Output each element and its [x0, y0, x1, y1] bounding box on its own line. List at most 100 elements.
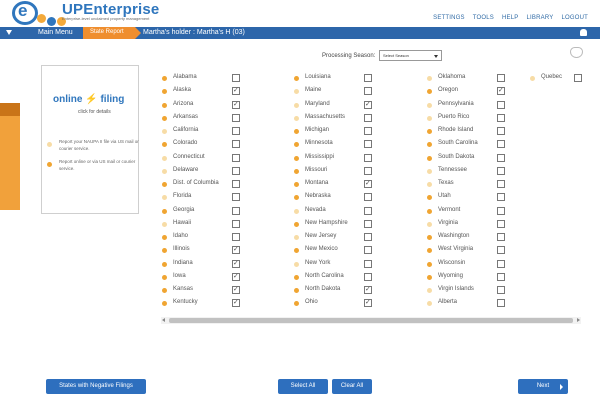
state-checkbox[interactable] — [364, 219, 372, 228]
state-checkbox[interactable] — [497, 219, 505, 228]
nav-library[interactable]: LIBRARY — [526, 15, 553, 21]
state-row[interactable]: Arizona — [162, 100, 252, 111]
state-checkbox[interactable] — [364, 206, 372, 215]
state-row[interactable]: West Virginia — [427, 245, 517, 256]
state-checkbox[interactable] — [364, 272, 372, 281]
state-checkbox[interactable] — [232, 285, 240, 294]
state-row[interactable]: Wyoming — [427, 272, 517, 283]
state-checkbox[interactable] — [497, 74, 505, 82]
state-checkbox[interactable] — [364, 87, 372, 96]
state-row[interactable]: Indiana — [162, 259, 252, 270]
state-row[interactable]: Ohio — [294, 298, 384, 309]
state-row[interactable]: Colorado — [162, 139, 252, 150]
state-checkbox[interactable] — [497, 153, 505, 162]
state-checkbox[interactable] — [232, 298, 240, 308]
state-row[interactable]: Idaho — [162, 232, 252, 243]
state-row[interactable]: Georgia — [162, 206, 252, 217]
state-row[interactable]: Kansas — [162, 285, 252, 296]
state-row[interactable]: Dist. of Columbia — [162, 179, 252, 190]
state-row[interactable]: Wisconsin — [427, 259, 517, 270]
state-row[interactable]: Massachusetts — [294, 113, 384, 124]
scroll-left-icon[interactable] — [162, 318, 165, 322]
state-row[interactable]: Mississippi — [294, 153, 384, 164]
state-row[interactable]: Iowa — [162, 272, 252, 283]
side-tab[interactable] — [0, 103, 20, 210]
favorite-heart-icon[interactable] — [570, 47, 583, 58]
state-row[interactable]: Puerto Rico — [427, 113, 517, 124]
state-checkbox[interactable] — [232, 86, 240, 96]
state-row[interactable]: Missouri — [294, 166, 384, 177]
state-checkbox[interactable] — [364, 179, 372, 188]
state-row[interactable]: Montana — [294, 179, 384, 190]
negative-filings-button[interactable]: States with Negative Filings — [46, 379, 146, 394]
state-checkbox[interactable] — [364, 166, 372, 175]
state-checkbox[interactable] — [232, 233, 240, 241]
state-row[interactable]: South Carolina — [427, 139, 517, 150]
state-row[interactable]: Pennsylvania — [427, 100, 517, 111]
state-row[interactable]: North Dakota — [294, 285, 384, 296]
state-checkbox[interactable] — [364, 233, 372, 241]
breadcrumb-main-menu[interactable]: Main Menu — [38, 28, 73, 38]
state-row[interactable]: Louisiana — [294, 73, 384, 84]
state-checkbox[interactable] — [232, 245, 240, 255]
state-checkbox[interactable] — [497, 272, 505, 281]
state-row[interactable]: Oklahoma — [427, 73, 517, 84]
state-row[interactable]: Tennessee — [427, 166, 517, 177]
state-checkbox[interactable] — [364, 140, 372, 149]
state-checkbox[interactable] — [497, 140, 505, 149]
clear-all-button[interactable]: Clear All — [332, 379, 372, 394]
state-checkbox[interactable] — [232, 100, 240, 109]
breadcrumb-state-report[interactable]: State Report — [83, 27, 141, 39]
state-checkbox[interactable] — [232, 153, 240, 162]
state-checkbox[interactable] — [497, 86, 505, 96]
state-checkbox[interactable] — [497, 193, 505, 202]
next-button[interactable]: Next — [518, 379, 568, 394]
state-checkbox[interactable] — [364, 74, 372, 82]
state-checkbox[interactable] — [232, 272, 240, 281]
state-row[interactable]: Kentucky — [162, 298, 252, 309]
state-row[interactable]: New York — [294, 259, 384, 270]
state-checkbox[interactable] — [497, 206, 505, 215]
state-checkbox[interactable] — [364, 153, 372, 162]
state-row[interactable]: Nevada — [294, 206, 384, 217]
state-checkbox[interactable] — [232, 193, 240, 202]
state-row[interactable]: Connecticut — [162, 153, 252, 164]
state-row[interactable]: Virgin Islands — [427, 285, 517, 296]
state-checkbox[interactable] — [497, 286, 505, 294]
state-row[interactable]: Nebraska — [294, 192, 384, 203]
state-row[interactable]: South Dakota — [427, 153, 517, 164]
state-row[interactable]: Alberta — [427, 298, 517, 309]
state-checkbox[interactable] — [497, 259, 505, 268]
state-checkbox[interactable] — [364, 193, 372, 202]
state-checkbox[interactable] — [232, 140, 240, 149]
state-checkbox[interactable] — [232, 259, 240, 268]
online-filing-panel[interactable]: online ⚡ filing click for details Report… — [41, 65, 139, 214]
nav-logout[interactable]: LOGOUT — [561, 15, 588, 21]
state-checkbox[interactable] — [574, 74, 582, 82]
state-row[interactable]: Washington — [427, 232, 517, 243]
state-checkbox[interactable] — [497, 113, 505, 122]
state-row[interactable]: California — [162, 126, 252, 137]
state-row[interactable]: Quebec — [530, 73, 600, 84]
state-row[interactable]: Hawaii — [162, 219, 252, 230]
state-checkbox[interactable] — [364, 259, 372, 268]
menu-toggle-icon[interactable] — [6, 30, 12, 35]
state-checkbox[interactable] — [364, 100, 372, 109]
state-row[interactable]: Oregon — [427, 86, 517, 97]
state-row[interactable]: New Mexico — [294, 245, 384, 256]
nav-help[interactable]: HELP — [502, 15, 518, 21]
state-checkbox[interactable] — [232, 74, 240, 82]
state-checkbox[interactable] — [497, 246, 505, 255]
state-row[interactable]: Texas — [427, 179, 517, 190]
state-row[interactable]: Minnesota — [294, 139, 384, 150]
state-checkbox[interactable] — [497, 299, 505, 308]
state-checkbox[interactable] — [364, 298, 372, 308]
state-row[interactable]: Delaware — [162, 166, 252, 177]
nav-settings[interactable]: SETTINGS — [433, 15, 465, 21]
state-row[interactable]: Rhode Island — [427, 126, 517, 137]
state-row[interactable]: Virginia — [427, 219, 517, 230]
state-checkbox[interactable] — [232, 166, 240, 175]
side-tab-handle[interactable] — [0, 103, 20, 116]
state-checkbox[interactable] — [497, 166, 505, 175]
state-row[interactable]: North Carolina — [294, 272, 384, 283]
